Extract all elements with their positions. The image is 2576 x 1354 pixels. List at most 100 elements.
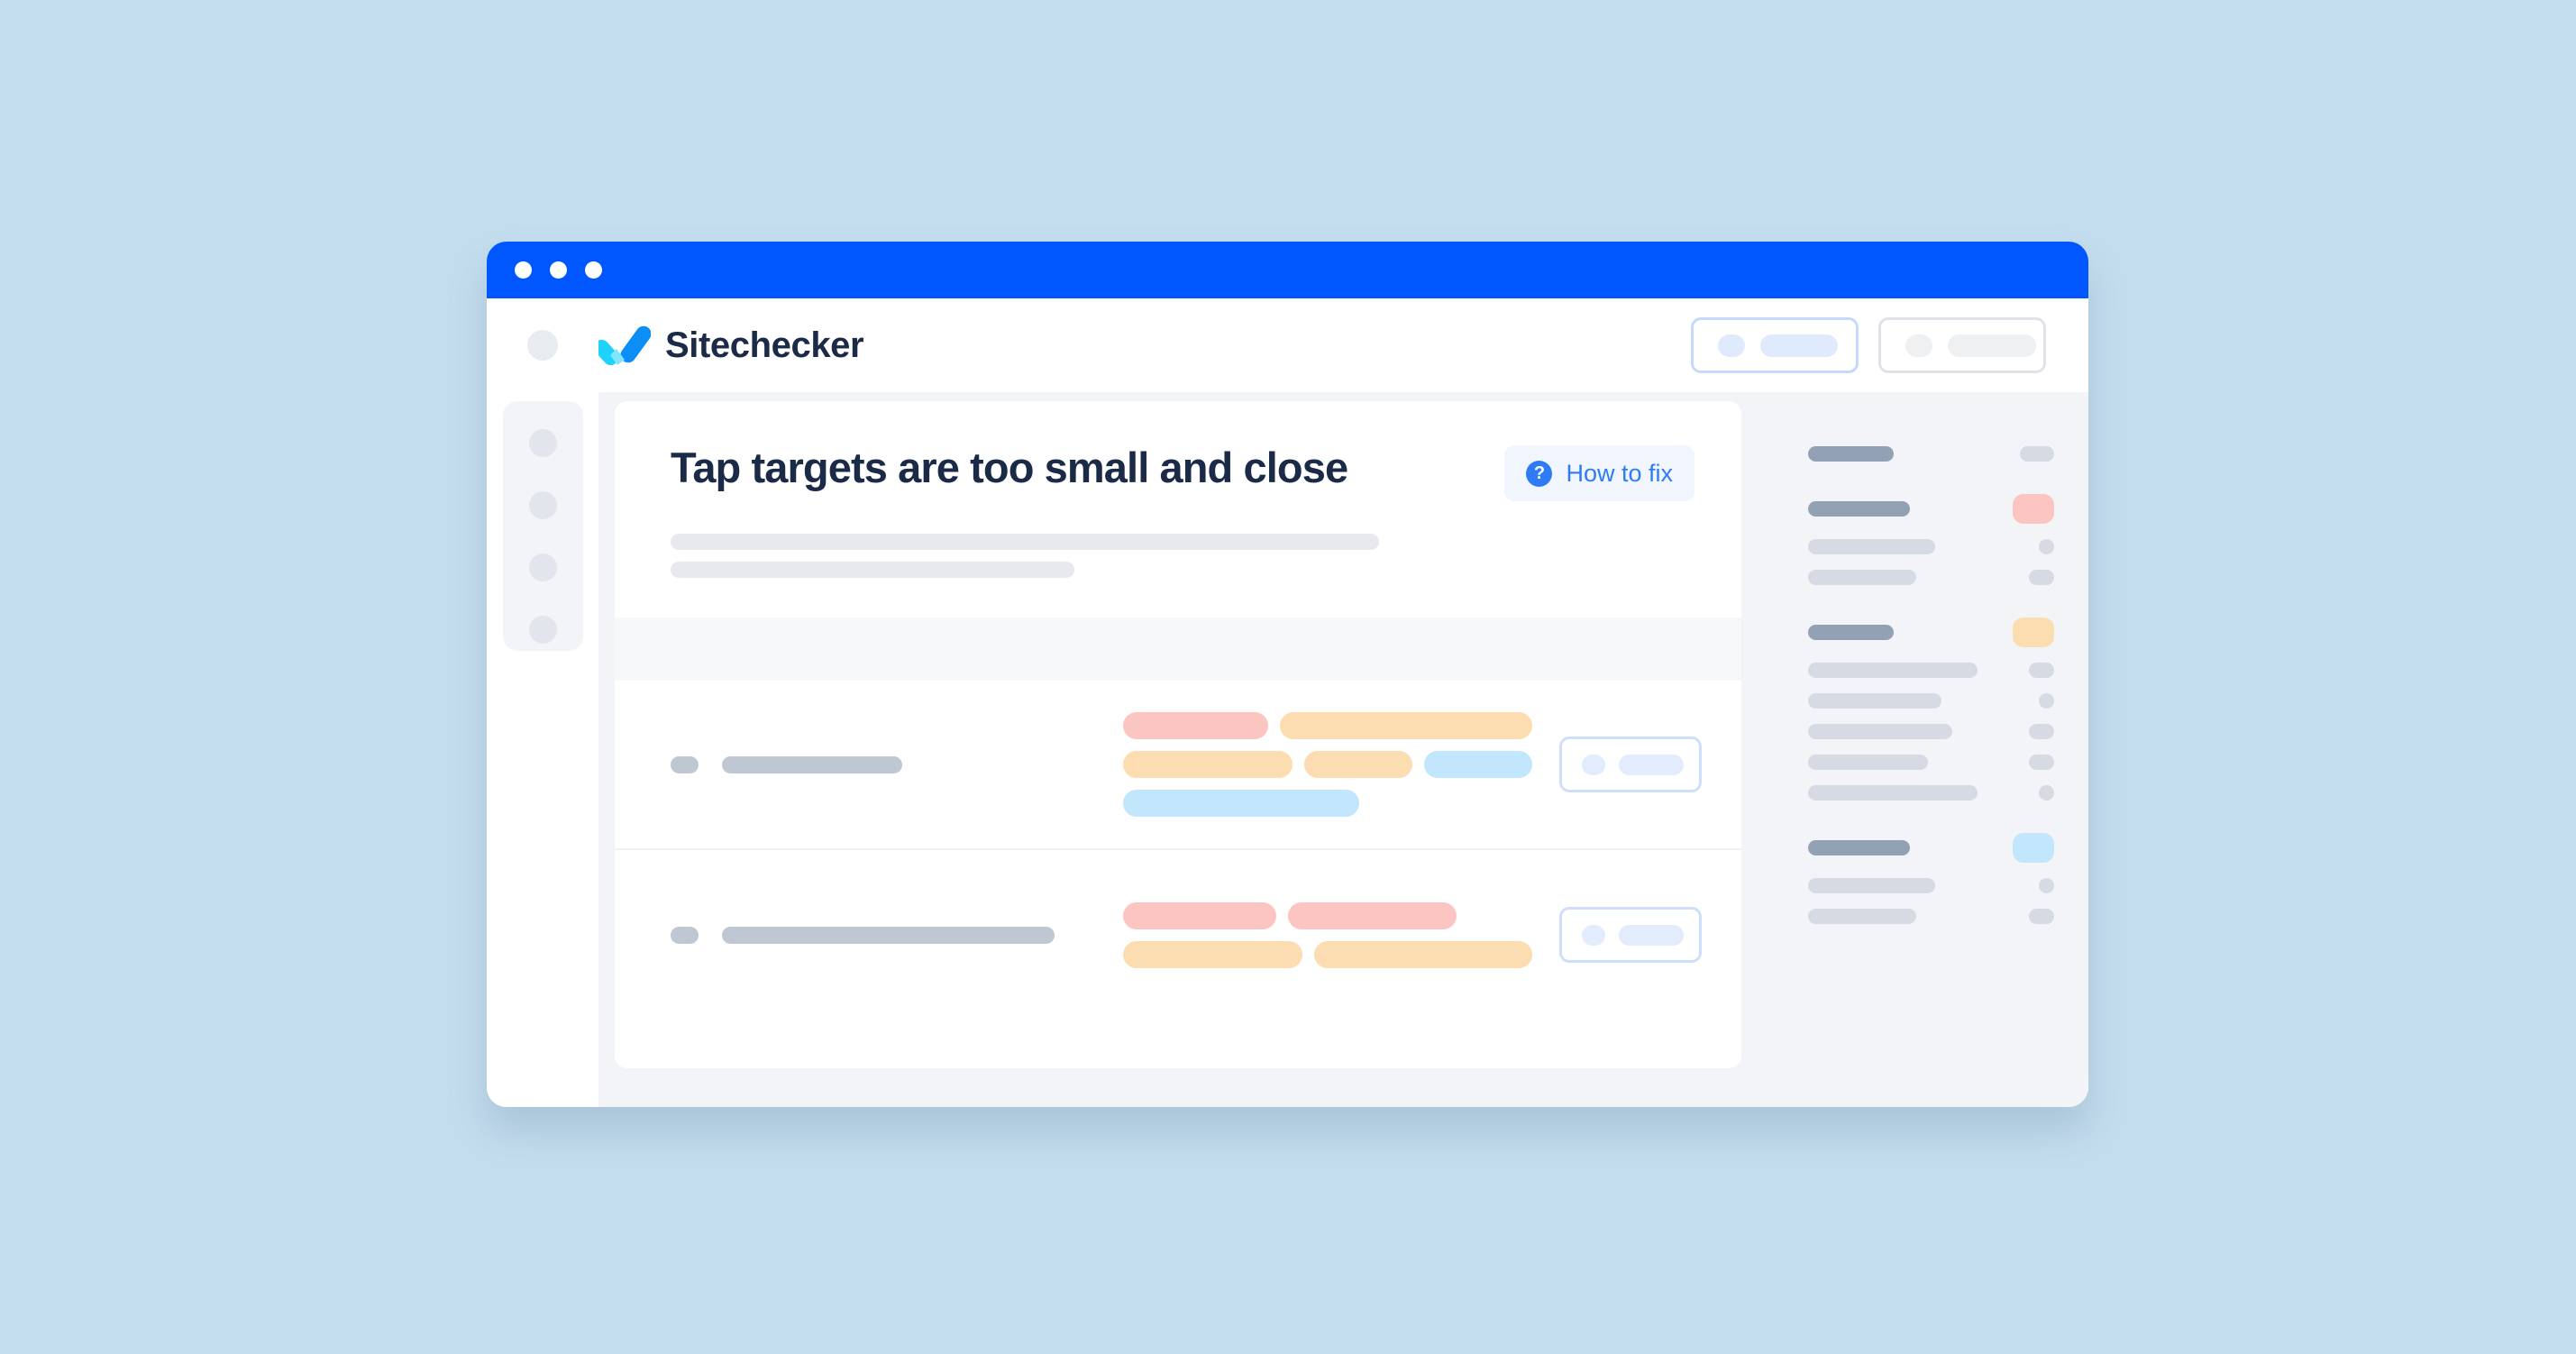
pill-line <box>1123 940 1532 968</box>
window-dot-close-icon[interactable] <box>515 261 532 279</box>
status-badge <box>2029 909 2054 924</box>
list-item[interactable] <box>1808 909 2054 924</box>
placeholder-dot-icon <box>1582 754 1605 775</box>
header-avatar-slot <box>487 330 598 361</box>
how-to-fix-button[interactable]: ? How to fix <box>1504 445 1694 501</box>
tap-target-pill[interactable] <box>1123 940 1303 968</box>
status-badge <box>2039 693 2054 709</box>
tap-target-pill[interactable] <box>1280 712 1532 739</box>
description-bar <box>671 534 1379 550</box>
main-content: Tap targets are too small and close ? Ho… <box>598 392 1774 1107</box>
item-label-placeholder <box>1808 539 1935 554</box>
sidebar-item-icon-3[interactable] <box>528 553 557 581</box>
tap-target-pills <box>1103 901 1532 968</box>
tap-target-pill[interactable] <box>1123 712 1269 739</box>
tap-target-pills <box>1103 712 1532 817</box>
sidebar-group-4 <box>1808 833 2054 924</box>
group-label-placeholder <box>1808 625 1894 640</box>
row-action-button[interactable] <box>1559 736 1702 792</box>
secondary-header-button[interactable] <box>1878 317 2046 373</box>
table-row[interactable] <box>615 850 1741 1020</box>
browser-window: Sitechecker Tap targets are too small an… <box>487 242 2088 1107</box>
issue-card: Tap targets are too small and close ? Ho… <box>615 401 1741 1068</box>
sidebar-item-icon-2[interactable] <box>528 491 557 519</box>
list-item[interactable] <box>1808 878 2054 893</box>
window-titlebar <box>487 242 2088 298</box>
sidebar-item-icon-1[interactable] <box>528 429 557 457</box>
table-row[interactable] <box>615 681 1741 850</box>
page-title: Tap targets are too small and close <box>671 444 1348 491</box>
row-action-button[interactable] <box>1559 907 1702 963</box>
pill-line <box>1123 901 1532 929</box>
avatar[interactable] <box>527 330 558 361</box>
list-item[interactable] <box>1808 539 2054 554</box>
placeholder-dot-icon <box>1582 924 1605 946</box>
item-label-placeholder <box>1808 785 1978 801</box>
list-item[interactable] <box>1808 724 2054 739</box>
issue-card-header: Tap targets are too small and close ? Ho… <box>615 401 1741 618</box>
primary-header-button[interactable] <box>1691 317 1859 373</box>
app-body: Tap targets are too small and close ? Ho… <box>487 392 2088 1107</box>
sidebar-group-2 <box>1808 494 2054 585</box>
item-label-placeholder <box>1808 693 1941 709</box>
left-nav-rail <box>487 392 598 1107</box>
brand-name: Sitechecker <box>665 325 864 365</box>
tap-target-pill[interactable] <box>1123 751 1293 778</box>
list-item[interactable] <box>1808 494 2054 524</box>
tap-target-pill[interactable] <box>1314 940 1532 968</box>
status-badge <box>2020 446 2054 462</box>
row-marker-icon <box>671 926 699 944</box>
status-badge <box>2029 755 2054 770</box>
tap-target-pill[interactable] <box>1123 901 1276 929</box>
tap-target-pill[interactable] <box>1304 751 1412 778</box>
sidebar-group-3 <box>1808 618 2054 801</box>
item-label-placeholder <box>1808 570 1916 585</box>
group-label-placeholder <box>1808 840 1910 855</box>
right-sidebar <box>1774 392 2088 1107</box>
list-item[interactable] <box>1808 785 2054 801</box>
brand[interactable]: Sitechecker <box>593 325 864 366</box>
item-label-placeholder <box>1808 755 1928 770</box>
status-badge <box>2039 785 2054 801</box>
item-label-placeholder <box>1808 724 1952 739</box>
window-dot-maximize-icon[interactable] <box>585 261 602 279</box>
description-placeholder <box>671 534 1694 578</box>
placeholder-dot-icon <box>1718 334 1745 357</box>
status-badge <box>2029 570 2054 585</box>
description-bar <box>671 562 1074 578</box>
list-item[interactable] <box>1808 618 2054 647</box>
placeholder-label <box>1760 334 1838 357</box>
window-dot-minimize-icon[interactable] <box>550 261 567 279</box>
item-label-placeholder <box>1808 878 1935 893</box>
list-item[interactable] <box>1808 833 2054 863</box>
sidebar-item-icon-4[interactable] <box>528 616 557 644</box>
pill-line <box>1123 751 1532 778</box>
question-mark-circle-icon: ? <box>1526 460 1553 487</box>
list-item[interactable] <box>1808 755 2054 770</box>
sidebar-group-1 <box>1808 446 2054 462</box>
tap-target-pill[interactable] <box>1423 751 1532 778</box>
issue-title-row: Tap targets are too small and close ? Ho… <box>671 444 1694 501</box>
left-nav-panel <box>502 401 583 651</box>
table-row-action <box>1532 736 1702 792</box>
status-badge <box>2029 724 2054 739</box>
list-item[interactable] <box>1808 446 2054 462</box>
app-header: Sitechecker <box>487 298 2088 392</box>
status-badge <box>2039 878 2054 893</box>
table-row-label <box>671 926 1103 944</box>
header-actions <box>1691 317 2046 373</box>
sitechecker-checkmark-logo-icon <box>593 325 652 366</box>
pill-line <box>1123 790 1532 817</box>
placeholder-label <box>1948 334 2036 357</box>
status-badge <box>2013 494 2054 524</box>
status-badge <box>2029 663 2054 678</box>
placeholder-dot-icon <box>1905 334 1932 357</box>
pill-line <box>1123 712 1532 739</box>
list-item[interactable] <box>1808 663 2054 678</box>
list-item[interactable] <box>1808 570 2054 585</box>
list-item[interactable] <box>1808 693 2054 709</box>
tap-target-pill[interactable] <box>1288 901 1457 929</box>
table-header-band <box>615 618 1741 681</box>
tap-target-pill[interactable] <box>1123 790 1359 817</box>
table-row-label <box>671 755 1103 773</box>
